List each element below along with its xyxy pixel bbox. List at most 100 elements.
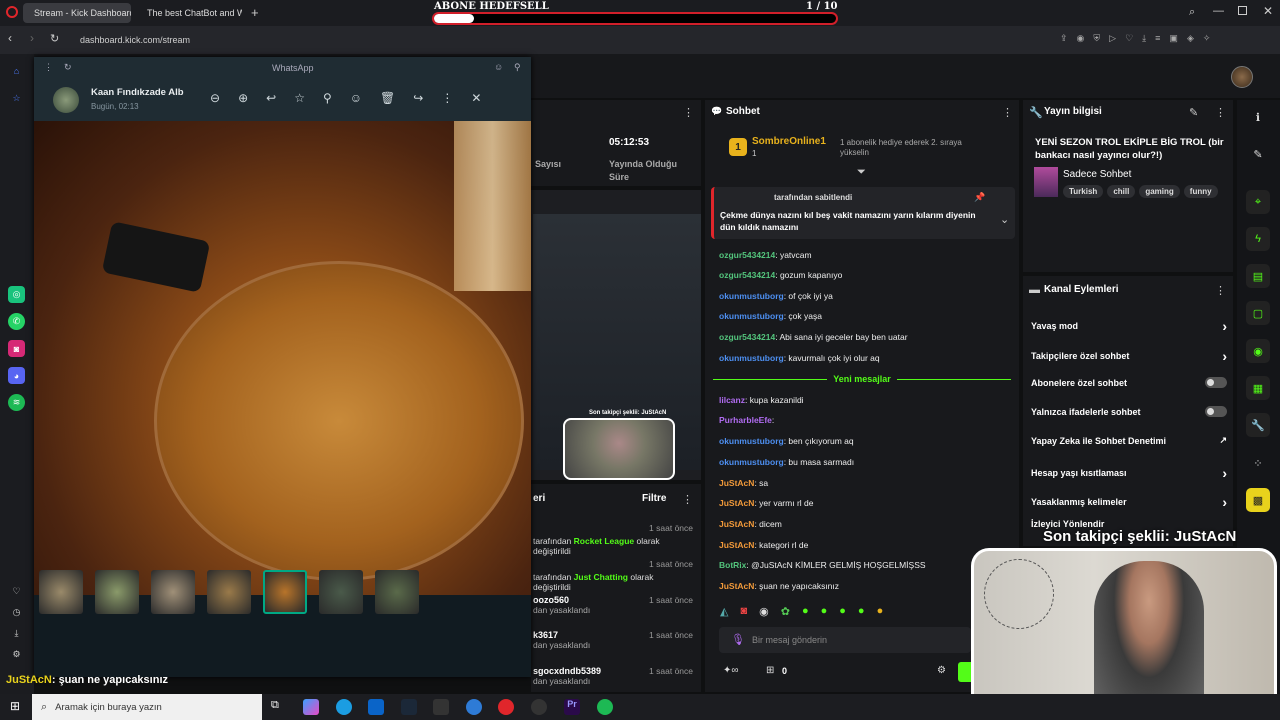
spotify-taskbar-icon[interactable] — [597, 699, 613, 715]
emote-icon[interactable]: ◉ — [759, 605, 769, 621]
chat-username[interactable]: JuStAcN — [719, 581, 754, 591]
broadcast-icon[interactable]: ◉ — [1246, 339, 1270, 363]
chat-username[interactable]: okunmustuborg — [719, 311, 784, 321]
external-link-icon[interactable]: ↗ — [1219, 435, 1227, 446]
media-thumbnail[interactable] — [95, 570, 139, 614]
reload-icon[interactable]: ↻ — [50, 32, 59, 45]
bookmark-icon[interactable]: ☆ — [8, 90, 25, 107]
settings-gear-icon[interactable]: ⚙ — [8, 646, 25, 663]
media-thumbnail[interactable] — [207, 570, 251, 614]
gift-icon[interactable]: ⊞ — [766, 665, 774, 676]
chat-username[interactable]: ozgur5434214 — [719, 332, 775, 342]
emote-icon[interactable]: ● — [839, 605, 846, 621]
chevron-right-icon[interactable]: › — [1222, 494, 1227, 510]
taskbar-search[interactable]: ⌕ Aramak için buraya yazın — [32, 694, 262, 720]
opera-taskbar-icon[interactable] — [498, 699, 514, 715]
emote-icon[interactable]: ● — [877, 605, 884, 621]
channel-action-row[interactable]: Yasaklanmış kelimeler › — [1031, 494, 1227, 510]
obs-icon[interactable] — [531, 699, 547, 715]
tag[interactable]: gaming — [1139, 185, 1180, 198]
heart-icon[interactable]: ♡ — [8, 583, 25, 600]
chevron-down-icon[interactable]: ⌄ — [1000, 213, 1009, 226]
spotify-icon[interactable]: ≋ — [8, 394, 25, 411]
steam-icon[interactable] — [401, 699, 417, 715]
forward-icon[interactable]: › — [30, 31, 34, 45]
copilot-icon[interactable] — [303, 699, 319, 715]
emoji-icon[interactable]: ☺ — [494, 62, 503, 72]
channel-action-row[interactable]: Yalnızca ifadelerle sohbet — [1031, 406, 1227, 417]
panel-menu-icon[interactable]: ⋮ — [683, 106, 694, 119]
tag[interactable]: Turkish — [1063, 185, 1104, 198]
extension-icons[interactable]: ⇪ ◉ ⛨ ▷ ♡ ⤓ ≡ ▣ ◈ ✧ — [1060, 33, 1280, 47]
pencil-icon[interactable]: ✎ — [1246, 142, 1270, 166]
download-icon[interactable]: ⤓ — [8, 625, 25, 642]
filter-button[interactable]: Filtre — [642, 493, 666, 504]
channel-actions-menu-icon[interactable]: ⋮ — [1215, 284, 1226, 297]
chat-username[interactable]: okunmustuborg — [719, 291, 784, 301]
emote-icon[interactable]: ◭ — [720, 605, 728, 621]
delete-icon[interactable]: 🗑 — [380, 91, 395, 105]
emote-icon[interactable]: ● — [858, 605, 865, 621]
kebab-menu-icon[interactable]: ⋮ — [44, 62, 53, 73]
media-thumbnail[interactable] — [319, 570, 363, 614]
tag[interactable]: chill — [1107, 185, 1136, 198]
edit-pencil-icon[interactable]: ✎ — [1189, 106, 1198, 119]
chat-bubble-icon[interactable]: ▢ — [1246, 301, 1270, 325]
chat-username[interactable]: JuStAcN — [719, 478, 754, 488]
edge-icon[interactable] — [336, 699, 352, 715]
reply-icon[interactable]: ↩ — [266, 91, 276, 105]
chat-username[interactable]: lilcanz — [719, 395, 745, 405]
channel-action-row[interactable]: Yavaş mod › — [1031, 318, 1227, 334]
pin-icon[interactable]: 📌 — [974, 192, 985, 203]
media-thumbnail[interactable] — [263, 570, 307, 614]
chat-username[interactable]: okunmustuborg — [719, 457, 784, 467]
chat-username[interactable]: JuStAcN — [719, 540, 754, 550]
channel-action-row[interactable]: Abonelere özel sohbet — [1031, 377, 1227, 388]
camera-icon[interactable]: ◉ — [1077, 33, 1085, 47]
browser-icon[interactable] — [466, 699, 482, 715]
new-tab-plus-icon[interactable]: + — [251, 5, 259, 20]
chat-username[interactable]: ozgur5434214 — [719, 250, 775, 260]
chat-username[interactable]: ozgur5434214 — [719, 270, 775, 280]
tag[interactable]: funny — [1183, 185, 1218, 198]
extension-icon[interactable]: ▣ — [1169, 33, 1178, 47]
zoom-in-icon[interactable]: ⊕ — [238, 91, 248, 105]
chevron-right-icon[interactable]: › — [1222, 318, 1227, 334]
chat-settings-gear-icon[interactable]: ⚙ — [937, 665, 946, 676]
minimize-icon[interactable]: — — [1213, 5, 1224, 17]
zoom-out-icon[interactable]: ⊖ — [210, 91, 220, 105]
heart-icon[interactable]: ♡ — [1125, 33, 1133, 47]
mic-icon[interactable]: 🎙 — [731, 633, 745, 646]
reload-icon[interactable]: ↻ — [64, 62, 72, 73]
filter-funnel-icon[interactable]: ⏷ — [857, 166, 866, 179]
media-thumbnail[interactable] — [39, 570, 83, 614]
chat-input[interactable]: 🎙 Bir mesaj gönderin — [719, 627, 971, 653]
maximize-icon[interactable] — [1238, 6, 1247, 15]
back-icon[interactable]: ‹ — [8, 31, 12, 45]
url-field[interactable]: dashboard.kick.com/stream — [80, 32, 190, 48]
chat-menu-icon[interactable]: ⋮ — [1002, 106, 1013, 119]
outlook-icon[interactable] — [368, 699, 384, 715]
shield-icon[interactable]: ⛨ — [1093, 33, 1100, 47]
tab-chatbot[interactable]: The best ChatBot and W — [136, 3, 242, 23]
menu-icon[interactable]: ≡ — [1155, 33, 1160, 47]
points-icon[interactable]: ✦∞ — [723, 665, 739, 676]
opera-logo-icon[interactable] — [6, 6, 18, 18]
emoji-icon[interactable]: ☺ — [350, 91, 362, 105]
whatsapp-icon[interactable]: ✆ — [8, 313, 25, 330]
toggle-switch[interactable] — [1205, 377, 1227, 388]
channel-action-row[interactable]: Takipçilere özel sohbet › — [1031, 348, 1227, 364]
premiere-icon[interactable]: Pr — [564, 699, 580, 715]
emote-icon[interactable]: ● — [802, 605, 809, 621]
clapper-icon[interactable]: ▩ — [1246, 488, 1270, 512]
history-icon[interactable]: ◷ — [8, 604, 25, 621]
user-avatar[interactable] — [1231, 66, 1253, 88]
chat-username[interactable]: BotRix — [719, 560, 746, 570]
chatgpt-icon[interactable]: ◎ — [8, 286, 25, 303]
emote-icon[interactable]: ✿ — [781, 605, 790, 621]
channel-action-row[interactable]: Hesap yaşı kısıtlaması › — [1031, 465, 1227, 481]
chevron-right-icon[interactable]: › — [1222, 465, 1227, 481]
share-icon[interactable]: ⇪ — [1060, 33, 1068, 47]
epic-games-icon[interactable] — [433, 699, 449, 715]
top-gifter-name[interactable]: SombreOnline1 — [752, 136, 826, 147]
